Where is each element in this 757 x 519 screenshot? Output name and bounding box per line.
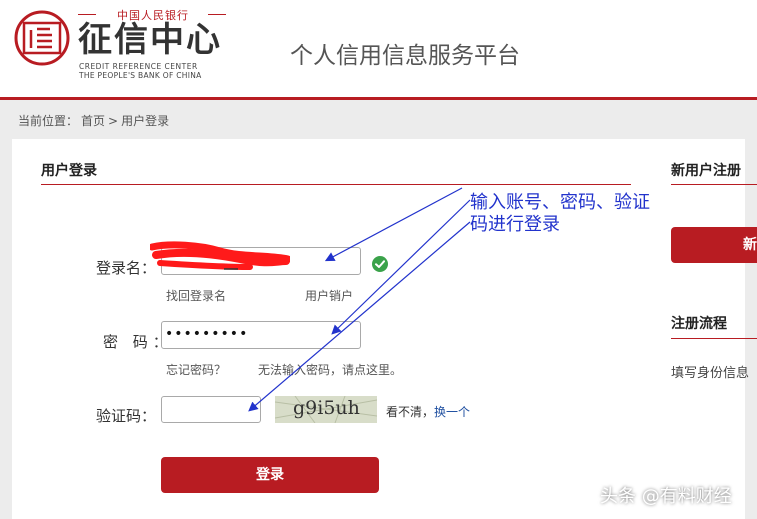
breadcrumb-home-link[interactable]: 首页 bbox=[81, 114, 105, 128]
breadcrumb: 当前位置： 首页 > 用户登录 bbox=[18, 112, 172, 129]
header-divider bbox=[0, 97, 757, 100]
captcha-label: 验证码： bbox=[96, 407, 157, 425]
cannot-input-password-link[interactable]: 无法输入密码，请点这里。 bbox=[258, 361, 402, 378]
captcha-refresh: 看不清，换一个 bbox=[386, 403, 470, 420]
forgot-password-link[interactable]: 忘记密码？ bbox=[166, 361, 226, 378]
logo-emblem-icon bbox=[14, 10, 70, 66]
login-section-title: 用户登录 bbox=[41, 163, 97, 179]
password-input[interactable]: ••••••••• bbox=[161, 321, 361, 349]
captcha-refresh-prefix: 看不清， bbox=[386, 405, 435, 419]
breadcrumb-current: 用户登录 bbox=[121, 114, 170, 128]
redaction-scribble bbox=[150, 241, 290, 270]
login-section-divider bbox=[41, 184, 631, 185]
cancel-account-link[interactable]: 用户销户 bbox=[305, 287, 353, 304]
captcha-text: g9i5uh bbox=[293, 397, 360, 419]
watermark: 头条 @有料财经 bbox=[600, 486, 732, 507]
logo-english-line-2: THE PEOPLE'S BANK OF CHINA bbox=[79, 71, 202, 80]
captcha-input[interactable] bbox=[161, 396, 261, 423]
register-flow-divider bbox=[671, 338, 757, 339]
register-section-title: 新用户注册 bbox=[671, 163, 741, 179]
find-username-link[interactable]: 找回登录名 bbox=[166, 287, 226, 304]
check-success-icon bbox=[372, 256, 388, 272]
logo-center-name: 征信中心 bbox=[78, 20, 222, 60]
breadcrumb-separator: > bbox=[108, 114, 119, 128]
login-button[interactable]: 登录 bbox=[161, 457, 379, 493]
register-flow-step: 填写身份信息 bbox=[671, 366, 750, 381]
platform-title: 个人信用信息服务平台 bbox=[290, 43, 520, 69]
register-button[interactable]: 新 bbox=[671, 227, 757, 263]
logo-english-line-1: CREDIT REFERENCE CENTER bbox=[79, 62, 198, 71]
captcha-refresh-link[interactable]: 换一个 bbox=[434, 405, 470, 419]
annotation-text: 输入账号、密码、验证码进行登录 bbox=[470, 192, 650, 235]
captcha-image[interactable]: g9i5uh bbox=[275, 396, 377, 423]
register-flow-title: 注册流程 bbox=[671, 316, 727, 332]
username-label: 登录名： bbox=[96, 259, 157, 277]
register-section-divider bbox=[671, 184, 757, 185]
breadcrumb-prefix: 当前位置： bbox=[18, 114, 79, 128]
